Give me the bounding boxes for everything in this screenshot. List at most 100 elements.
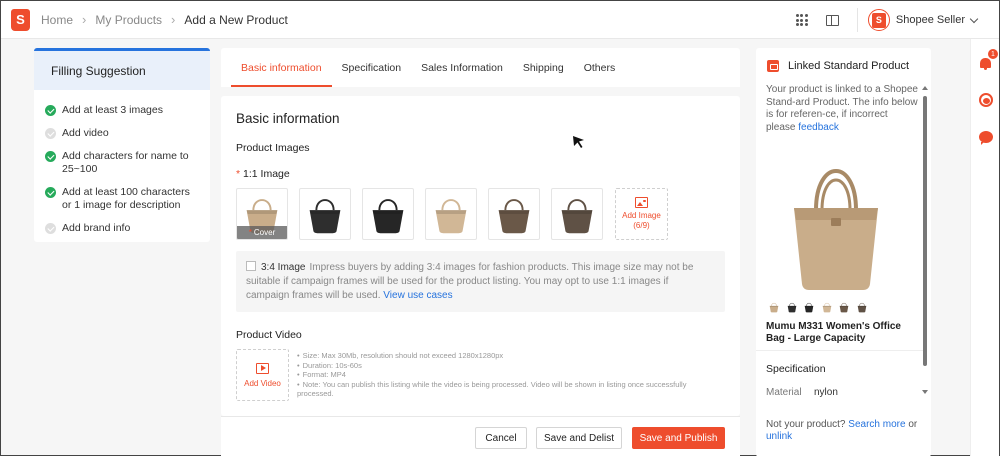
product-image-thumb[interactable]: * Cover xyxy=(236,188,288,240)
video-icon xyxy=(256,362,269,374)
image-icon xyxy=(635,197,648,208)
required-mark: * xyxy=(236,168,241,180)
add-image-label: Add Image xyxy=(622,211,661,220)
or-text: or xyxy=(908,419,918,430)
linked-description: Your product is linked to a Shopee Stand… xyxy=(766,84,918,134)
headset-icon[interactable] xyxy=(979,93,993,107)
chat-icon[interactable] xyxy=(979,131,993,145)
suggestion-item: Add characters for name to 25~100 xyxy=(45,150,200,176)
product-name: Mumu M331 Women's Office Bag - Large Cap… xyxy=(766,321,901,344)
pending-circle-icon xyxy=(45,223,56,234)
account-name[interactable]: Shopee Seller xyxy=(896,14,965,26)
check-circle-icon xyxy=(45,105,56,116)
suggestion-text: Add characters for name to 25~100 xyxy=(62,150,189,175)
breadcrumb: Home › My Products › Add a New Product xyxy=(41,12,288,27)
check-circle-icon xyxy=(45,187,56,198)
notification-badge: 1 xyxy=(987,48,999,60)
color-swatch[interactable] xyxy=(802,300,816,314)
breadcrumb-my-products[interactable]: My Products xyxy=(95,13,162,27)
cancel-button[interactable]: Cancel xyxy=(475,427,527,449)
add-video-label: Add Video xyxy=(244,378,281,388)
view-use-cases-link[interactable]: View use cases xyxy=(383,290,452,301)
suggestion-item: Add video xyxy=(45,127,200,140)
ratio-label-text: 1:1 Image xyxy=(243,168,290,180)
filling-suggestion-title: Filling Suggestion xyxy=(34,48,210,90)
tab-specification[interactable]: Specification xyxy=(332,48,412,87)
add-image-button[interactable]: Add Image (6/9) xyxy=(615,188,668,240)
search-more-link[interactable]: Search more xyxy=(848,419,905,430)
top-bar: S Home › My Products › Add a New Product… xyxy=(1,1,999,39)
check-circle-icon xyxy=(45,151,56,162)
tab-shipping[interactable]: Shipping xyxy=(513,48,574,87)
pending-circle-icon xyxy=(45,128,56,139)
link-product-icon xyxy=(767,60,779,72)
add-video-button[interactable]: Add Video xyxy=(236,349,289,401)
color-swatch[interactable] xyxy=(837,300,851,314)
linked-standard-product-panel: Linked Standard Product Your product is … xyxy=(756,48,931,456)
tab-sales-information[interactable]: Sales Information xyxy=(411,48,513,87)
save-delist-button[interactable]: Save and Delist xyxy=(536,427,622,449)
suggestion-text: Add at least 3 images xyxy=(62,104,163,116)
bell-icon[interactable] xyxy=(980,58,991,70)
ratio-34-info: 3:4 Image Impress buyers by adding 3:4 im… xyxy=(236,251,725,312)
color-swatch[interactable] xyxy=(785,300,799,314)
linked-description-text: Your product is linked to a Shopee Stand… xyxy=(766,84,918,133)
suggestion-item: Add at least 100 characters or 1 image f… xyxy=(45,186,200,212)
product-image-thumb[interactable] xyxy=(362,188,414,240)
not-your-product-text: Not your product? xyxy=(766,419,846,430)
feedback-link[interactable]: feedback xyxy=(798,122,839,133)
material-value: nylon xyxy=(814,387,838,398)
scrollbar-thumb[interactable] xyxy=(923,96,927,366)
not-your-product: Not your product? Search more or unlink xyxy=(766,419,918,443)
required-mark: * xyxy=(248,228,252,237)
scroll-up-arrow-icon[interactable] xyxy=(922,86,928,90)
color-swatches xyxy=(767,300,869,314)
section-title: Basic information xyxy=(236,111,340,126)
save-publish-button[interactable]: Save and Publish xyxy=(632,427,725,449)
chevron-down-icon[interactable] xyxy=(969,14,979,23)
product-image-thumb[interactable] xyxy=(425,188,477,240)
ratio-34-label: 3:4 Image xyxy=(261,262,306,273)
color-swatch[interactable] xyxy=(820,300,834,314)
suggestion-text: Add video xyxy=(62,127,109,139)
specification-title: Specification xyxy=(766,363,826,375)
product-image-thumb[interactable] xyxy=(551,188,603,240)
suggestion-item: Add brand info xyxy=(45,222,200,235)
divider xyxy=(856,8,858,32)
shopee-logo[interactable]: S xyxy=(11,8,30,31)
scroll-down-arrow-icon[interactable] xyxy=(922,390,928,394)
ratio-34-checkbox[interactable] xyxy=(246,261,256,271)
linked-title: Linked Standard Product xyxy=(788,60,910,72)
video-note: Size: Max 30Mb, resolution should not ex… xyxy=(297,351,717,361)
material-key: Material xyxy=(766,387,802,398)
product-main-image xyxy=(794,169,878,290)
book-icon[interactable] xyxy=(825,14,839,26)
color-swatch[interactable] xyxy=(855,300,869,314)
unlink-link[interactable]: unlink xyxy=(766,431,792,442)
filling-suggestion-panel: Filling Suggestion Add at least 3 images… xyxy=(34,48,210,242)
product-images-label: Product Images xyxy=(236,142,310,154)
linked-header: Linked Standard Product xyxy=(767,60,909,72)
add-image-count: (6/9) xyxy=(633,221,650,230)
cover-tag: * Cover xyxy=(237,226,287,239)
suggestion-list: Add at least 3 images Add video Add charac… xyxy=(34,90,210,235)
right-rail: 1 xyxy=(970,39,999,456)
product-image-thumb[interactable] xyxy=(488,188,540,240)
video-requirements: Size: Max 30Mb, resolution should not ex… xyxy=(297,351,717,399)
product-image-thumb[interactable] xyxy=(299,188,351,240)
breadcrumb-home[interactable]: Home xyxy=(41,13,73,27)
chevron-right-icon: › xyxy=(171,12,176,27)
color-swatch[interactable] xyxy=(767,300,781,314)
video-note: Format: MP4 xyxy=(297,370,717,380)
mouse-cursor-icon xyxy=(573,136,584,148)
product-video-label: Product Video xyxy=(236,329,302,341)
cover-label: Cover xyxy=(253,228,276,237)
breadcrumb-current: Add a New Product xyxy=(184,12,288,27)
suggestion-item: Add at least 3 images xyxy=(45,104,200,117)
apps-grid-icon[interactable] xyxy=(795,14,808,26)
action-footer: Cancel Save and Delist Save and Publish xyxy=(221,416,740,456)
tab-basic-information[interactable]: Basic information xyxy=(231,48,332,87)
avatar[interactable]: S xyxy=(867,9,890,31)
ratio-34-text: Impress buyers by adding 3:4 images for … xyxy=(246,262,694,301)
tab-others[interactable]: Others xyxy=(574,48,626,87)
